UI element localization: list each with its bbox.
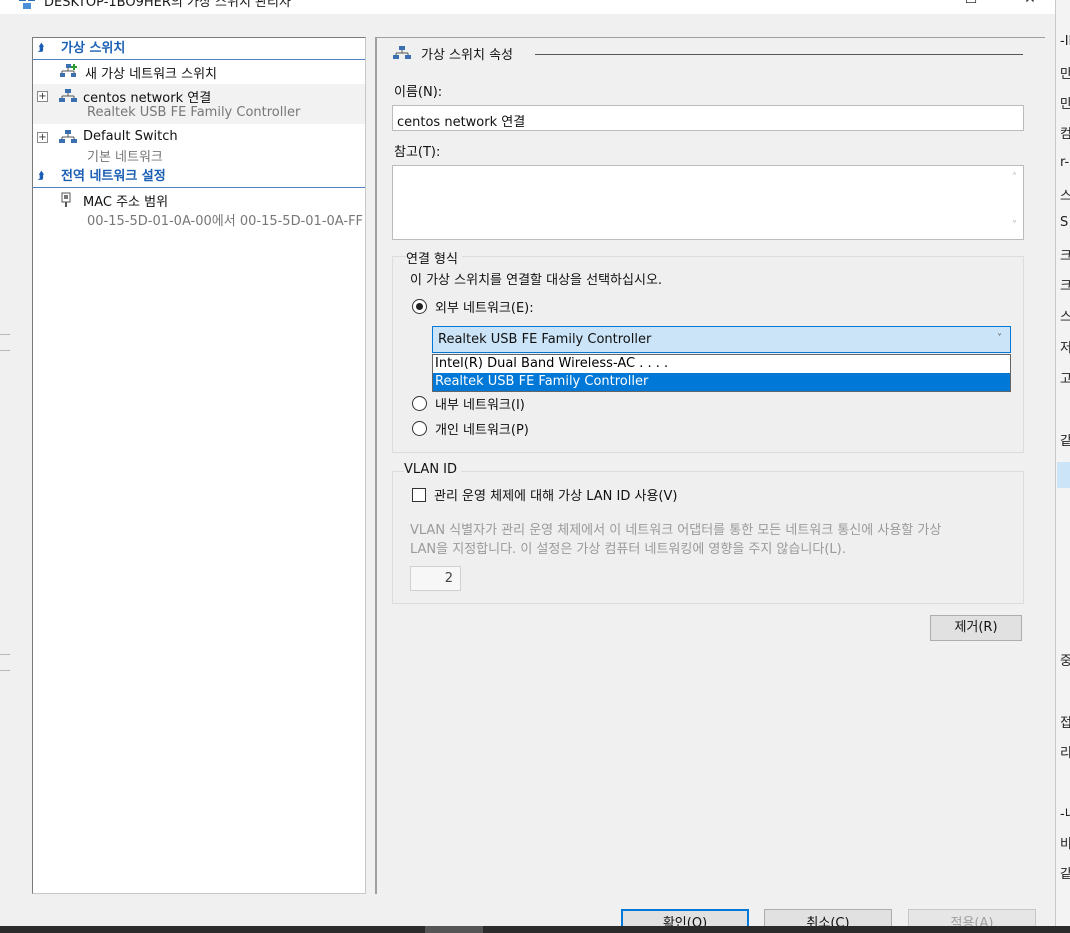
external-network-radio[interactable] <box>412 299 427 314</box>
private-network-radio[interactable] <box>412 421 427 436</box>
scroll-down-icon[interactable]: ˅ <box>1012 220 1017 231</box>
external-network-label: 외부 네트워크(E): <box>435 301 534 316</box>
tree-item-centos-switch[interactable]: + centos network 연결 Realtek USB FE Famil… <box>33 84 365 124</box>
section-label: 전역 네트워크 설정 <box>61 169 166 184</box>
tree-item-new-switch[interactable]: 새 가상 네트워크 스위치 <box>33 60 365 84</box>
section-label: 가상 스위치 <box>61 41 126 56</box>
maximize-button[interactable]: ☐ <box>951 0 991 13</box>
expand-icon[interactable]: + <box>37 91 48 102</box>
dialog-footer: 확인(O) 취소(C) 적용(A) <box>0 894 1055 927</box>
vlan-group-title: VLAN ID <box>404 462 462 477</box>
mac-address-icon <box>61 192 71 207</box>
name-input[interactable]: centos network 연결 <box>392 105 1024 131</box>
mac-range-label: MAC 주소 범위 <box>83 195 169 210</box>
collapse-chevron-icon: ⮭ <box>38 171 44 182</box>
switch-description: 기본 네트워크 <box>87 150 163 165</box>
vlan-id-input: 2 <box>410 566 461 591</box>
notes-label: 참고(T): <box>394 145 441 160</box>
internal-network-label: 내부 네트워크(I) <box>435 398 525 413</box>
app-icon <box>19 0 35 9</box>
taskbar-active-item[interactable] <box>425 926 483 933</box>
vlan-description-2: LAN을 지정합니다. 이 설정은 가상 컴퓨터 네트워킹에 영향을 주지 않습… <box>410 542 846 557</box>
vlan-checkbox[interactable] <box>412 488 426 502</box>
adapter-select-value: Realtek USB FE Family Controller <box>438 332 652 347</box>
internal-network-radio[interactable] <box>412 396 427 411</box>
switch-name: centos network 연결 <box>83 91 212 106</box>
adapter-option-realtek[interactable]: Realtek USB FE Family Controller <box>433 373 1010 391</box>
name-label: 이름(N): <box>394 85 443 100</box>
adapter-option-intel[interactable]: Intel(R) Dual Band Wireless-AC . . . . <box>433 355 1010 373</box>
switch-name: Default Switch <box>83 129 178 144</box>
taskbar <box>0 926 1070 933</box>
section-global-settings[interactable]: ⮭ 전역 네트워크 설정 <box>33 166 365 187</box>
switch-properties-panel: 가상 스위치 속성 이름(N): centos network 연결 참고(T)… <box>375 37 1045 894</box>
cancel-button[interactable]: 취소(C) <box>764 909 892 927</box>
title-bar: DESKTOP-1BO9HER의 가상 스위치 관리자 — ☐ ✕ <box>0 0 1055 14</box>
mac-range-value: 00-15-5D-01-0A-00에서 00-15-5D-01-0A-FF <box>87 214 364 229</box>
close-button[interactable]: ✕ <box>1010 0 1050 13</box>
network-switch-icon <box>59 89 77 102</box>
tree-item-mac-range[interactable]: MAC 주소 범위 00-15-5D-01-0A-00에서 00-15-5D-0… <box>33 188 365 229</box>
network-switch-icon <box>393 46 411 59</box>
minimize-button[interactable]: — <box>895 0 935 13</box>
adapter-dropdown-list: Intel(R) Dual Band Wireless-AC . . . . R… <box>432 354 1011 392</box>
header-divider <box>535 54 1023 55</box>
vlan-description-1: VLAN 식별자가 관리 운영 체제에서 이 네트워크 어댑터를 통한 모든 네… <box>410 523 942 538</box>
apply-button: 적용(A) <box>908 909 1036 927</box>
new-switch-icon <box>60 64 77 77</box>
notes-textarea[interactable]: ˄ ˅ <box>392 165 1024 240</box>
section-virtual-switches[interactable]: ⮭ 가상 스위치 <box>33 38 365 59</box>
private-network-label: 개인 네트워크(P) <box>435 423 529 438</box>
background-window-right: -II 만 만 컴 r- 스 S 크 크 스 저 고 같 중 접 리 -내 비 … <box>1055 0 1070 933</box>
adapter-select[interactable]: Realtek USB FE Family Controller ˅ <box>432 326 1011 353</box>
expand-icon[interactable]: + <box>37 132 48 143</box>
tree-item-default-switch[interactable]: + Default Switch 기본 네트워크 <box>33 125 365 165</box>
connection-type-title: 연결 형식 <box>406 248 462 267</box>
chevron-down-icon: ˅ <box>997 333 1002 344</box>
properties-header: 가상 스위치 속성 <box>421 48 513 63</box>
switch-tree: ⮭ 가상 스위치 새 가상 네트워크 스위치 + centos network … <box>32 37 366 894</box>
tree-item-label: 새 가상 네트워크 스위치 <box>85 67 217 82</box>
scroll-up-icon[interactable]: ˄ <box>1012 172 1017 183</box>
collapse-chevron-icon: ⮭ <box>38 43 44 54</box>
window-title: DESKTOP-1BO9HER의 가상 스위치 관리자 <box>44 0 291 10</box>
remove-button[interactable]: 제거(R) <box>930 615 1022 641</box>
background-window-left <box>0 14 10 933</box>
network-switch-icon <box>59 130 77 143</box>
connection-prompt: 이 가상 스위치를 연결할 대상을 선택하십시오. <box>410 273 663 288</box>
switch-adapter: Realtek USB FE Family Controller <box>87 105 301 120</box>
vlan-checkbox-label: 관리 운영 체제에 대해 가상 LAN ID 사용(V) <box>434 489 678 504</box>
ok-button[interactable]: 확인(O) <box>621 909 749 927</box>
